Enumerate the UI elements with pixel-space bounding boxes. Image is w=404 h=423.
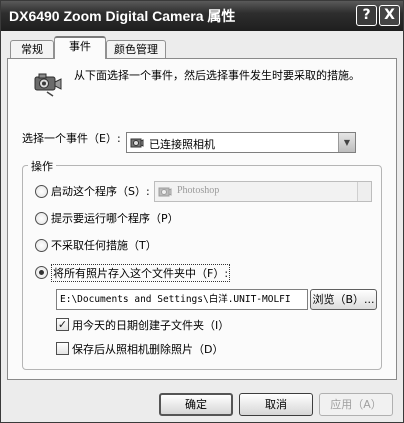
checkbox-delete-after-save[interactable] xyxy=(56,342,69,355)
radio-start-program[interactable] xyxy=(35,185,48,198)
checkbox-delete-after-save-label[interactable]: 保存后从照相机删除照片（D） xyxy=(72,341,223,357)
help-button[interactable]: ? xyxy=(356,5,377,26)
camera-small-icon xyxy=(158,187,172,197)
close-button[interactable]: X xyxy=(379,5,400,26)
title-bar[interactable]: DX6490 Zoom Digital Camera 属性 ? X xyxy=(1,1,403,31)
radio-start-program-label[interactable]: 启动这个程序（S）: xyxy=(51,183,150,199)
radio-prompt-program-label[interactable]: 提示要运行哪个程序（P） xyxy=(51,210,179,226)
radio-no-action-label[interactable]: 不采取任何措施（T） xyxy=(51,237,157,253)
camera-small-icon xyxy=(130,138,144,148)
checkbox-date-subfolder[interactable]: ✓ xyxy=(56,318,69,331)
tab-general[interactable]: 常规 xyxy=(10,40,54,58)
chevron-down-icon[interactable] xyxy=(357,182,371,201)
window-title: DX6490 Zoom Digital Camera 属性 xyxy=(9,8,236,24)
radio-save-to-folder-label[interactable]: 将所有照片存入这个文件夹中（F）: xyxy=(51,264,231,282)
chevron-down-icon[interactable]: ▼ xyxy=(338,133,355,152)
tab-events[interactable]: 事件 xyxy=(54,36,106,59)
radio-save-to-folder[interactable] xyxy=(35,266,48,279)
cancel-button[interactable]: 取消 xyxy=(239,393,313,416)
ok-button[interactable]: 确定 xyxy=(159,393,233,416)
apply-button[interactable]: 应用（A） xyxy=(319,393,393,416)
browse-button[interactable]: 浏览（B）... xyxy=(310,289,377,310)
event-select[interactable]: 已连接照相机 ▼ xyxy=(126,132,356,153)
properties-dialog: DX6490 Zoom Digital Camera 属性 ? X 常规 事件 … xyxy=(0,0,404,423)
radio-no-action[interactable] xyxy=(35,239,48,252)
camera-icon xyxy=(34,73,62,97)
tab-color-management[interactable]: 颜色管理 xyxy=(106,40,166,58)
folder-path-field[interactable]: E:\Documents and Settings\白洋.UNIT-MOLFI xyxy=(56,289,308,310)
radio-prompt-program[interactable] xyxy=(35,212,48,225)
event-select-label: 选择一个事件（E）: xyxy=(22,132,121,145)
intro-text: 从下面选择一个事件，然后选择事件发生时要采取的措施。 xyxy=(74,69,360,82)
program-select-value: Photoshop xyxy=(177,185,220,196)
event-select-value: 已连接照相机 xyxy=(149,138,215,151)
checkbox-date-subfolder-label[interactable]: 用今天的日期创建子文件夹（I） xyxy=(72,317,229,333)
actions-group-title: 操作 xyxy=(28,158,56,174)
program-select[interactable]: Photoshop xyxy=(154,181,372,202)
